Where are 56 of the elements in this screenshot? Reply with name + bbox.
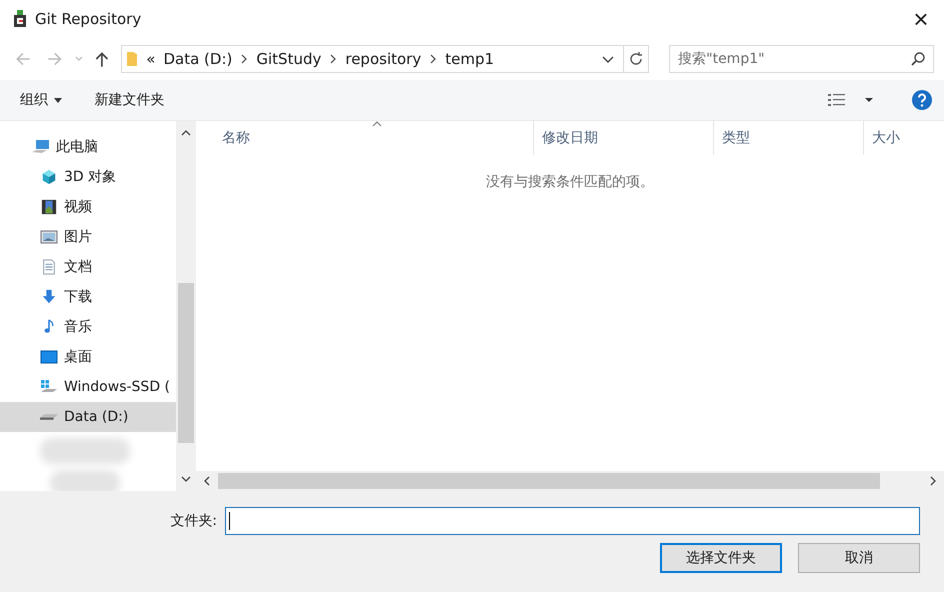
caret-icon — [54, 98, 62, 103]
folder-icon — [126, 51, 138, 67]
chevron-icon[interactable] — [429, 54, 438, 64]
column-header[interactable]: 类型 — [714, 121, 864, 155]
dropdown-icon[interactable] — [601, 54, 616, 64]
search-icon[interactable] — [910, 51, 926, 67]
image-icon — [40, 229, 58, 245]
cube-icon — [40, 169, 58, 185]
chevron-icon[interactable] — [240, 54, 248, 64]
app-icon — [12, 10, 28, 28]
sidebar-item[interactable]: 图片 — [0, 222, 176, 252]
breadcrumb[interactable]: Data (D:) — [163, 50, 232, 68]
document-icon — [40, 259, 58, 275]
sidebar-item[interactable]: 视频 — [0, 192, 176, 222]
sidebar-item[interactable]: 音乐 — [0, 312, 176, 342]
sidebar-item[interactable]: 3D 对象 — [0, 162, 176, 192]
scroll-right-icon[interactable] — [929, 476, 937, 486]
organize-menu[interactable]: 组织 — [12, 87, 70, 113]
sidebar-item[interactable]: Windows-SSD ( — [0, 372, 176, 402]
desktop-icon — [40, 349, 58, 365]
empty-message: 没有与搜索条件匹配的项。 — [486, 173, 654, 192]
sidebar-item[interactable]: Data (D:) — [0, 402, 176, 432]
scrollbar-thumb[interactable] — [218, 473, 880, 489]
sidebar-item[interactable]: 桌面 — [0, 342, 176, 372]
column-header[interactable]: 大小 — [864, 121, 944, 155]
breadcrumb[interactable]: repository — [345, 50, 422, 68]
scroll-down-icon[interactable] — [181, 475, 191, 483]
view-icon[interactable] — [828, 93, 848, 107]
help-icon[interactable] — [912, 90, 932, 110]
sidebar-item[interactable]: 文档 — [0, 252, 176, 282]
overflow-chevron[interactable]: « — [146, 50, 156, 68]
new-folder-button[interactable]: 新建文件夹 — [86, 87, 172, 113]
column-header[interactable]: 修改日期 — [534, 121, 714, 155]
computer-icon — [32, 139, 50, 155]
film-icon — [40, 199, 58, 215]
column-header[interactable]: 名称 — [214, 121, 534, 155]
window-title: Git Repository — [35, 10, 142, 28]
address-bar[interactable]: « Data (D:) GitStudy repository temp1 — [121, 45, 650, 73]
close-button[interactable]: × — [898, 0, 944, 38]
sidebar-item[interactable]: 下载 — [0, 282, 176, 312]
scroll-up-icon[interactable] — [181, 129, 191, 137]
breadcrumb[interactable]: temp1 — [445, 50, 494, 68]
drive-icon — [40, 379, 58, 395]
download-icon — [40, 289, 58, 305]
search-field[interactable]: 搜索"temp1" — [669, 45, 934, 73]
cancel-button[interactable]: 取消 — [798, 543, 920, 573]
scroll-left-icon[interactable] — [203, 476, 211, 486]
chevron-icon[interactable] — [329, 54, 338, 64]
folder-label: 文件夹: — [170, 512, 217, 530]
select-folder-button[interactable]: 选择文件夹 — [660, 543, 782, 573]
caret-icon[interactable] — [864, 97, 874, 103]
scrollbar-thumb[interactable] — [178, 283, 194, 443]
refresh-icon[interactable] — [628, 51, 644, 67]
sidebar-item[interactable]: 此电脑 — [0, 132, 176, 162]
breadcrumb[interactable]: GitStudy — [256, 50, 322, 68]
sort-icon — [372, 121, 382, 127]
